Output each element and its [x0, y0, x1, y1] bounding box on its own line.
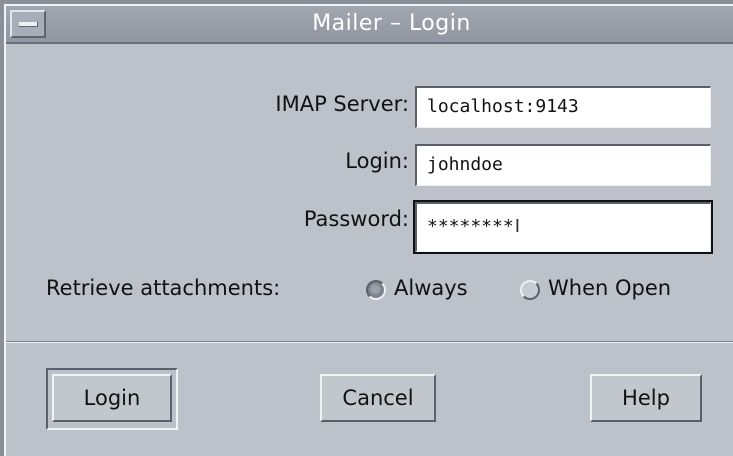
password-label: Password:	[303, 207, 409, 231]
separator	[6, 341, 733, 343]
cancel-button[interactable]: Cancel	[320, 374, 436, 422]
help-button[interactable]: Help	[590, 374, 702, 422]
radio-always-label[interactable]: Always	[394, 276, 468, 300]
retrieve-attachments-label: Retrieve attachments:	[46, 276, 281, 300]
window-menu-icon	[19, 22, 38, 27]
login-field[interactable]: johndoe	[415, 144, 711, 186]
login-dialog: Mailer – Login IMAP Server: localhost:91…	[4, 4, 733, 456]
title-bar[interactable]: Mailer – Login	[6, 6, 733, 44]
radio-when-open-label[interactable]: When Open	[548, 276, 671, 300]
login-value: johndoe	[427, 154, 503, 175]
window-title: Mailer – Login	[312, 11, 471, 36]
text-cursor-icon: I	[514, 216, 521, 237]
password-field[interactable]: ********I	[413, 200, 713, 254]
radio-when-open[interactable]	[520, 280, 540, 300]
login-button[interactable]: Login	[52, 374, 172, 422]
imap-server-label: IMAP Server:	[275, 92, 409, 116]
imap-server-field[interactable]: localhost:9143	[415, 86, 711, 128]
password-value: ********	[427, 216, 514, 237]
login-label: Login:	[345, 149, 409, 173]
radio-always[interactable]	[366, 280, 386, 300]
imap-server-value: localhost:9143	[427, 96, 579, 117]
window-menu-button[interactable]	[10, 10, 46, 38]
